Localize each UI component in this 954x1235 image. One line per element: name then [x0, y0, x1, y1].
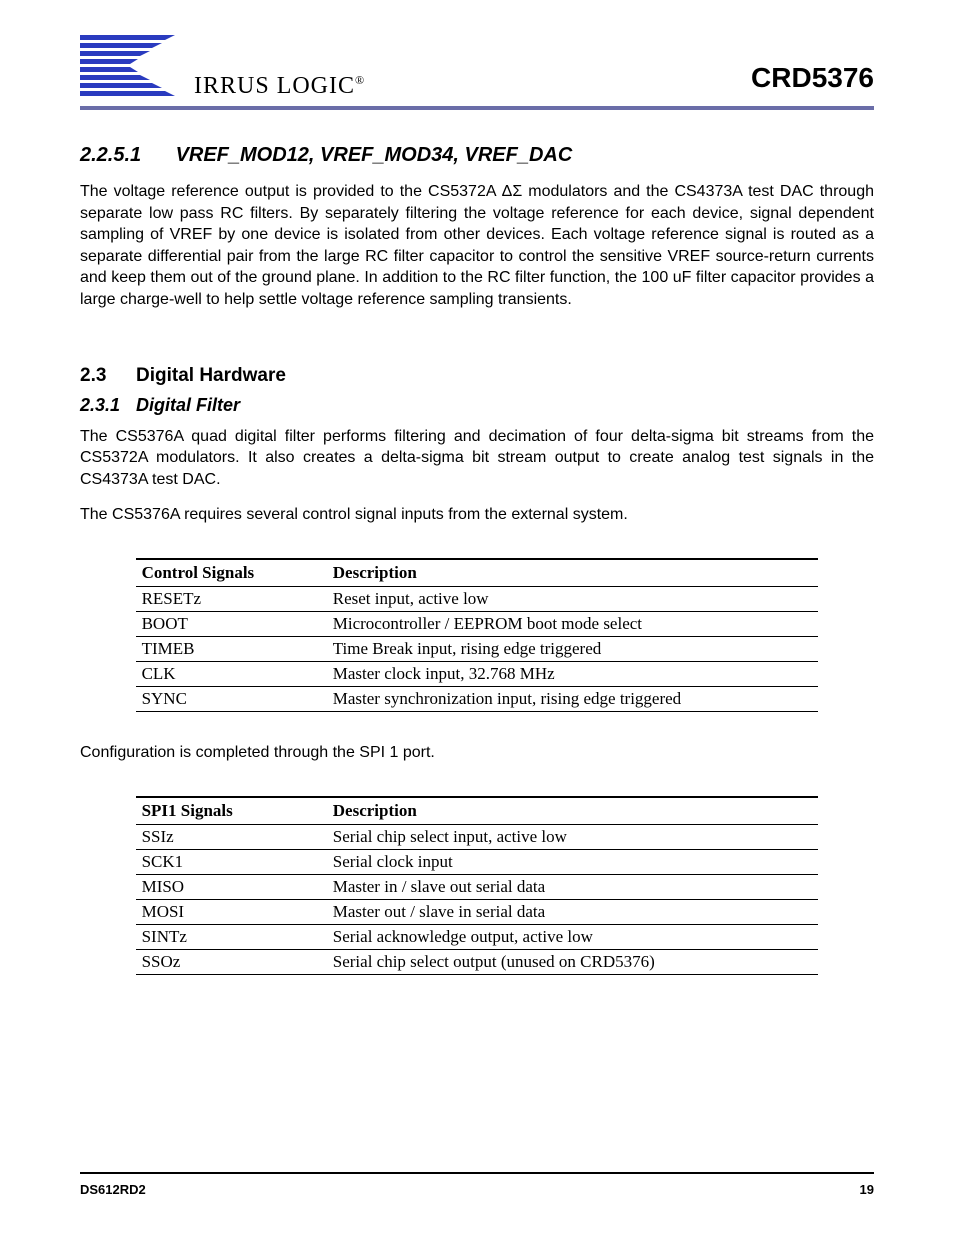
footer-doc-code: DS612RD2 [80, 1182, 146, 1197]
paragraph: The voltage reference output is provided… [80, 181, 874, 311]
signal-name: CLK [136, 661, 327, 686]
signal-desc: Master in / slave out serial data [327, 874, 819, 899]
heading-number: 2.3.1 [80, 395, 136, 416]
table-header: Description [327, 559, 819, 587]
table-row: BOOTMicrocontroller / EEPROM boot mode s… [136, 611, 819, 636]
table-header-row: SPI1 Signals Description [136, 797, 819, 825]
signal-name: SSOz [136, 949, 327, 974]
paragraph: Configuration is completed through the S… [80, 742, 874, 764]
table-header: SPI1 Signals [136, 797, 327, 825]
signal-desc: Serial chip select output (unused on CRD… [327, 949, 819, 974]
paragraph: The CS5376A quad digital filter performs… [80, 426, 874, 491]
table-row: SSOzSerial chip select output (unused on… [136, 949, 819, 974]
signal-desc: Serial chip select input, active low [327, 824, 819, 849]
table-row: SINTzSerial acknowledge output, active l… [136, 924, 819, 949]
footer-page-number: 19 [860, 1182, 874, 1197]
paragraph: The CS5376A requires several control sig… [80, 504, 874, 526]
signal-name: SSIz [136, 824, 327, 849]
signal-desc: Master clock input, 32.768 MHz [327, 661, 819, 686]
signal-desc: Time Break input, rising edge triggered [327, 636, 819, 661]
page-footer: DS612RD2 19 [80, 1172, 874, 1235]
signal-desc: Master synchronization input, rising edg… [327, 686, 819, 711]
signal-name: SYNC [136, 686, 327, 711]
heading-number: 2.2.5.1 [80, 144, 170, 167]
table-row: SCK1Serial clock input [136, 849, 819, 874]
page-container: IRRUS LOGIC® CRD5376 2.2.5.1 VREF_MOD12,… [0, 0, 954, 1235]
table-header: Control Signals [136, 559, 327, 587]
document-id: CRD5376 [751, 62, 874, 100]
table-row: SSIzSerial chip select input, active low [136, 824, 819, 849]
table-row: RESETzReset input, active low [136, 586, 819, 611]
heading-number: 2.3 [80, 365, 136, 387]
signal-desc: Master out / slave in serial data [327, 899, 819, 924]
signal-desc: Microcontroller / EEPROM boot mode selec… [327, 611, 819, 636]
cirrus-logo-icon [80, 30, 190, 100]
table-header-row: Control Signals Description [136, 559, 819, 587]
heading-title: Digital Hardware [136, 365, 286, 387]
table-row: TIMEBTime Break input, rising edge trigg… [136, 636, 819, 661]
heading-2-3-1: 2.3.1 Digital Filter [80, 395, 874, 416]
table-row: MOSIMaster out / slave in serial data [136, 899, 819, 924]
signal-name: SCK1 [136, 849, 327, 874]
signal-name: RESETz [136, 586, 327, 611]
signal-desc: Serial clock input [327, 849, 819, 874]
footer-rule [80, 1172, 874, 1174]
spi1-signals-table: SPI1 Signals Description SSIzSerial chip… [136, 796, 819, 975]
heading-2-2-5-1: 2.2.5.1 VREF_MOD12, VREF_MOD34, VREF_DAC [80, 144, 874, 167]
table-row: MISOMaster in / slave out serial data [136, 874, 819, 899]
signal-desc: Reset input, active low [327, 586, 819, 611]
table-row: CLKMaster clock input, 32.768 MHz [136, 661, 819, 686]
heading-2-3: 2.3 Digital Hardware [80, 365, 874, 387]
signal-name: MISO [136, 874, 327, 899]
table-header: Description [327, 797, 819, 825]
table-row: SYNCMaster synchronization input, rising… [136, 686, 819, 711]
signal-name: SINTz [136, 924, 327, 949]
signal-name: TIMEB [136, 636, 327, 661]
heading-title: Digital Filter [136, 395, 240, 416]
footer-row: DS612RD2 19 [80, 1182, 874, 1197]
control-signals-table: Control Signals Description RESETzReset … [136, 558, 819, 712]
logo-text: IRRUS LOGIC® [194, 73, 365, 100]
signal-name: BOOT [136, 611, 327, 636]
signal-desc: Serial acknowledge output, active low [327, 924, 819, 949]
signal-name: MOSI [136, 899, 327, 924]
logo-block: IRRUS LOGIC® [80, 30, 365, 100]
heading-title: VREF_MOD12, VREF_MOD34, VREF_DAC [176, 144, 573, 166]
page-header: IRRUS LOGIC® CRD5376 [80, 30, 874, 100]
header-rule [80, 106, 874, 110]
